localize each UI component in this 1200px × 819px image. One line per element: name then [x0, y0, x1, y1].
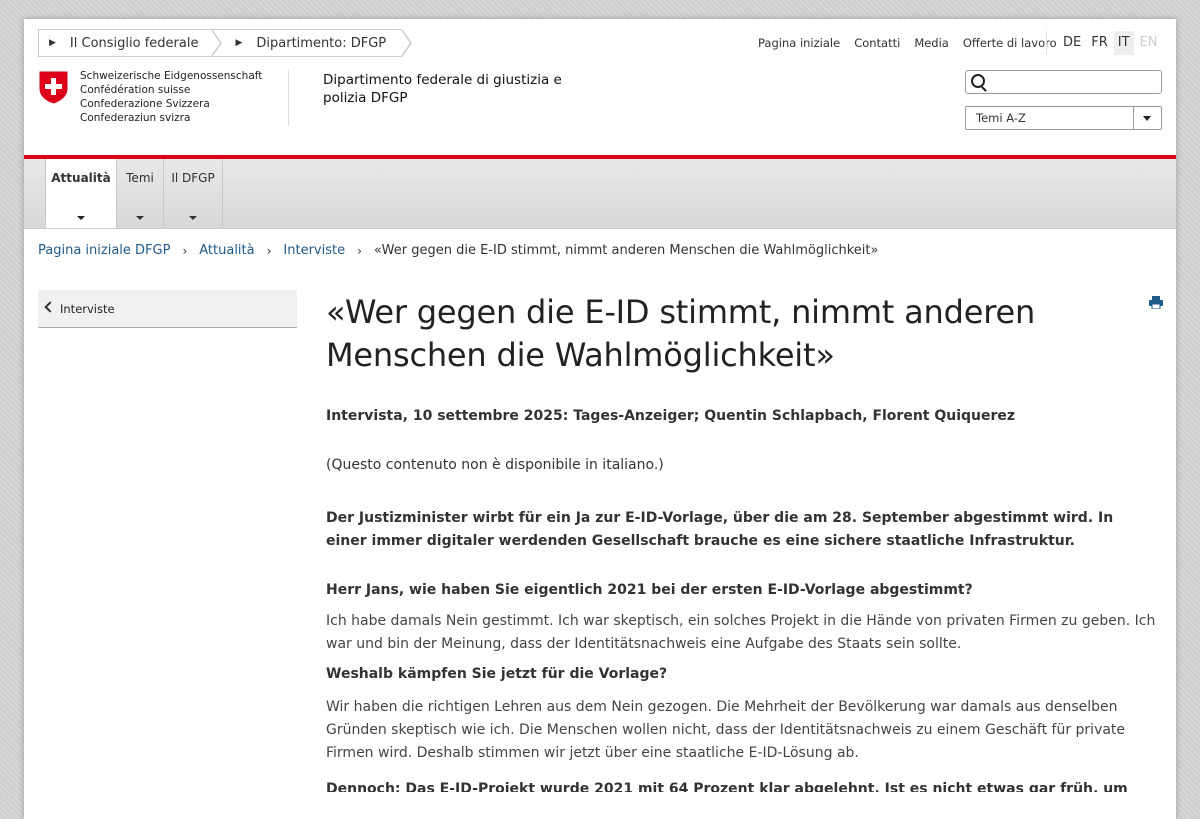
- tab-il-dfgp[interactable]: Il DFGP: [164, 159, 223, 228]
- logo-divider: [288, 70, 289, 126]
- question-2: Weshalb kämpfen Sie jetzt für die Vorlag…: [326, 666, 668, 682]
- breadcrumb-attualita[interactable]: Attualità: [199, 243, 254, 258]
- breadcrumb-interviste[interactable]: Interviste: [283, 243, 345, 258]
- logo-line-de: Schweizerische Eidgenossenschaft: [80, 70, 263, 82]
- department-link[interactable]: ▶ Dipartimento: DFGP: [212, 29, 413, 57]
- topics-select-value: Temi A-Z: [976, 111, 1026, 125]
- search-box[interactable]: [965, 70, 1162, 94]
- tab-attualita[interactable]: Attualità: [45, 159, 117, 228]
- main-navigation: Attualità Temi Il DFGP: [24, 159, 1176, 229]
- meta-navigation: Pagina iniziale Contatti Media Offerte d…: [758, 36, 1071, 50]
- breadcrumb-current: «Wer gegen die E-ID stimmt, nimmt andere…: [373, 243, 879, 258]
- breadcrumb-home[interactable]: Pagina iniziale DFGP: [38, 243, 170, 258]
- search-input[interactable]: [990, 72, 1154, 92]
- question-3: Dennoch: Das E-ID-Projekt wurde 2021 mit…: [326, 781, 1128, 792]
- logo-line-it: Confederazione Svizzera: [80, 98, 210, 110]
- tab-temi[interactable]: Temi: [117, 159, 164, 228]
- sidebar-back-label: Interviste: [60, 302, 115, 316]
- logo-text: Schweizerische Eidgenossenschaft Confédé…: [80, 69, 262, 125]
- article: «Wer gegen die E-ID stimmt, nimmt andere…: [326, 291, 1156, 792]
- topics-select[interactable]: Temi A-Z: [965, 106, 1162, 130]
- logo-line-rm: Confederaziun svizra: [80, 112, 191, 124]
- article-intro: Der Justizminister wirbt für ein Ja zur …: [326, 510, 1114, 549]
- tab-il-dfgp-label: Il DFGP: [171, 171, 215, 185]
- sidebar-back-link[interactable]: Interviste: [38, 290, 297, 328]
- federal-council-link[interactable]: ▶ Il Consiglio federale: [38, 29, 223, 57]
- swiss-shield-icon: [38, 70, 69, 105]
- chevron-down-icon: [136, 216, 144, 220]
- meta-nav-jobs[interactable]: Offerte di lavoro: [963, 36, 1057, 50]
- breadcrumb: Pagina iniziale DFGP › Attualità › Inter…: [38, 243, 878, 258]
- caret-right-icon: ▶: [235, 38, 243, 48]
- department-title: Dipartimento federale di giustizia e pol…: [323, 72, 562, 106]
- language-switcher: DE FR IT EN: [1046, 31, 1163, 55]
- chevron-right-icon: ›: [357, 243, 362, 258]
- caret-right-icon: ▶: [49, 38, 56, 48]
- answer-2: Wir haben die richtigen Lehren aus dem N…: [326, 699, 1126, 761]
- chevron-left-icon: [44, 301, 56, 313]
- department-crumb-label: Dipartimento: DFGP: [256, 35, 387, 51]
- federal-logo[interactable]: Schweizerische Eidgenossenschaft Confédé…: [38, 70, 262, 125]
- lang-en: EN: [1139, 35, 1158, 50]
- tab-attualita-label: Attualità: [51, 171, 111, 185]
- search-icon[interactable]: [971, 74, 985, 88]
- logo-line-fr: Confédération suisse: [80, 84, 191, 96]
- language-note: (Questo contenuto non è disponibile in i…: [326, 457, 664, 473]
- chevron-down-icon[interactable]: [1133, 107, 1161, 129]
- page-title: «Wer gegen die E-ID stimmt, nimmt andere…: [326, 293, 1036, 374]
- meta-nav-home[interactable]: Pagina iniziale: [758, 36, 840, 50]
- chevron-down-icon: [189, 216, 197, 220]
- federal-council-label: Il Consiglio federale: [69, 35, 199, 51]
- lang-it[interactable]: IT: [1113, 31, 1134, 55]
- lang-fr[interactable]: FR: [1087, 31, 1112, 55]
- meta-nav-media[interactable]: Media: [914, 36, 949, 50]
- tab-temi-label: Temi: [126, 171, 154, 185]
- article-lead: Intervista, 10 settembre 2025: Tages-Anz…: [326, 408, 1016, 424]
- lang-de[interactable]: DE: [1059, 31, 1085, 55]
- chevron-right-icon: ›: [266, 243, 272, 258]
- chevron-down-icon: [77, 216, 85, 220]
- answer-1: Ich habe damals Nein gestimmt. Ich war s…: [326, 613, 1156, 652]
- chevron-right-icon: ›: [182, 243, 188, 258]
- federal-breadcrumb: ▶ Il Consiglio federale ▶ Dipartimento: …: [38, 29, 413, 57]
- meta-nav-contacts[interactable]: Contatti: [854, 36, 900, 50]
- page: ▶ Il Consiglio federale ▶ Dipartimento: …: [24, 19, 1176, 819]
- question-1: Herr Jans, wie haben Sie eigentlich 2021…: [326, 582, 973, 598]
